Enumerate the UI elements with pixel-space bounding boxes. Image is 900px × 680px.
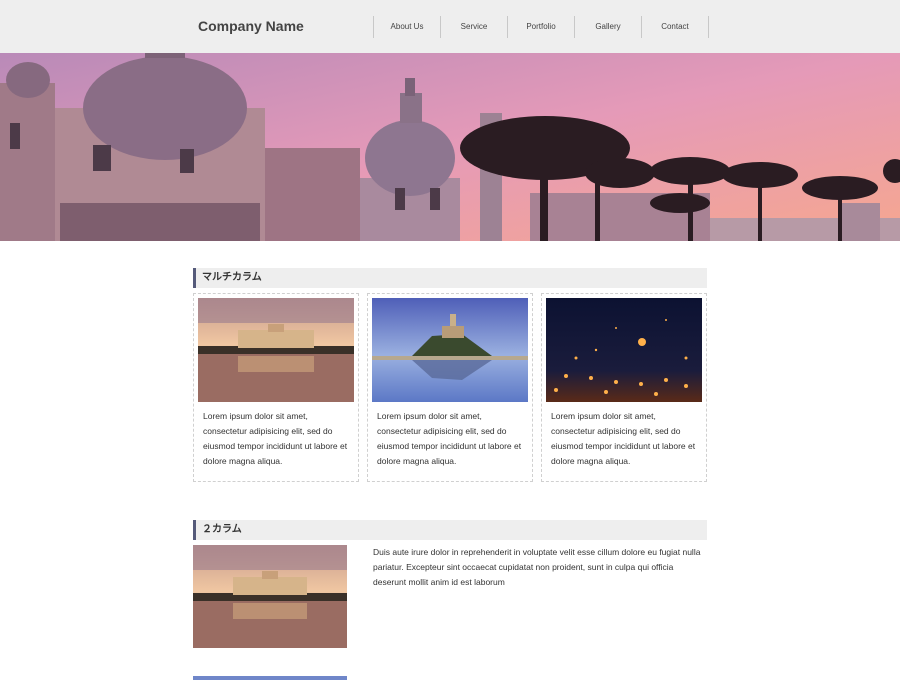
- column-card: Lorem ipsum dolor sit amet, consectetur …: [193, 293, 359, 482]
- hero-image: [0, 53, 900, 241]
- nav-gallery[interactable]: Gallery: [575, 16, 642, 38]
- column-text: Lorem ipsum dolor sit amet, consectetur …: [203, 411, 348, 466]
- next-section-image: [193, 676, 347, 680]
- company-logo[interactable]: Company Name: [198, 18, 304, 34]
- column-text: Lorem ipsum dolor sit amet, consectetur …: [551, 411, 696, 466]
- two-column-heading: ２カラム: [193, 520, 707, 540]
- column-text: Lorem ipsum dolor sit amet, consectetur …: [377, 411, 522, 466]
- multi-column-heading: マルチカラム: [193, 268, 707, 288]
- mont-saint-michel-image: [372, 298, 528, 402]
- nav-about-us[interactable]: About Us: [374, 16, 441, 38]
- multi-column-grid: Lorem ipsum dolor sit amet, consectetur …: [193, 293, 708, 483]
- nav-service[interactable]: Service: [441, 16, 508, 38]
- main-nav: About Us Service Portfolio Gallery Conta…: [373, 16, 709, 38]
- palace-reflection-image: [193, 545, 347, 648]
- site-header: Company Name About Us Service Portfolio …: [0, 0, 900, 53]
- column-card: Lorem ipsum dolor sit amet, consectetur …: [541, 293, 707, 482]
- column-card: Lorem ipsum dolor sit amet, consectetur …: [367, 293, 533, 482]
- two-column-text: Duis aute irure dolor in reprehenderit i…: [373, 547, 701, 587]
- nav-portfolio[interactable]: Portfolio: [508, 16, 575, 38]
- nav-contact[interactable]: Contact: [642, 16, 709, 38]
- sky-lanterns-image: [546, 298, 702, 402]
- palace-reflection-image: [198, 298, 354, 402]
